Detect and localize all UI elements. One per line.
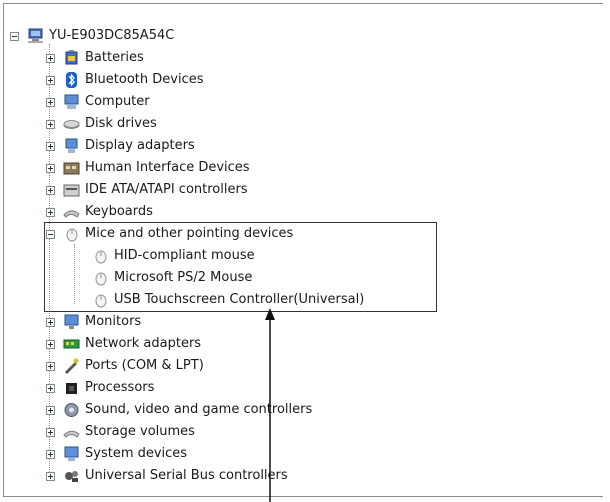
category-port[interactable]: Ports (COM & LPT) [46, 356, 204, 376]
expand-toggle[interactable] [46, 317, 55, 327]
expand-toggle[interactable] [46, 119, 55, 129]
category-bluetooth[interactable]: Bluetooth Devices [46, 70, 203, 90]
category-label: Ports (COM & LPT) [85, 358, 204, 373]
battery-icon [65, 50, 78, 65]
category-label: Keyboards [85, 204, 153, 219]
category-hid[interactable]: Human Interface Devices [46, 158, 250, 178]
category-label: Computer [85, 94, 150, 109]
category-network-adapter[interactable]: Network adapters [46, 334, 201, 354]
expand-toggle[interactable] [46, 383, 55, 393]
expand-toggle[interactable] [46, 405, 55, 415]
expand-toggle[interactable] [46, 339, 55, 349]
tree-root-label: YU-E903DC85A54C [49, 28, 175, 43]
category-label: System devices [85, 446, 188, 461]
category-battery[interactable]: Batteries [46, 48, 144, 68]
category-ide-controller[interactable]: IDE ATA/ATAPI controllers [46, 180, 248, 200]
category-label: Batteries [85, 50, 144, 65]
sound-icon [64, 403, 79, 417]
hid-icon [63, 162, 80, 175]
category-system-device[interactable]: System devices [46, 444, 187, 464]
expand-toggle[interactable] [46, 163, 55, 173]
display-adapter-icon [65, 138, 78, 153]
expand-toggle[interactable] [46, 75, 55, 85]
computer-icon [28, 28, 43, 43]
category-label: Universal Serial Bus controllers [85, 468, 288, 483]
bluetooth-icon [66, 72, 77, 88]
processor-icon [66, 383, 77, 394]
category-label: Processors [85, 380, 155, 395]
category-computer-category[interactable]: Computer [46, 92, 150, 112]
category-label: Display adapters [85, 138, 195, 153]
expand-toggle[interactable] [46, 207, 55, 217]
expand-toggle[interactable] [46, 185, 55, 195]
expand-toggle[interactable] [46, 361, 55, 371]
tree-root-node[interactable]: YU-E903DC85A54C [10, 26, 174, 46]
system-device-icon [64, 446, 79, 461]
expand-toggle[interactable] [46, 471, 55, 481]
expand-toggle[interactable] [46, 141, 55, 151]
keyboard-icon [63, 210, 80, 218]
category-label: Sound, video and game controllers [85, 402, 313, 417]
category-label: Monitors [85, 314, 142, 329]
category-label: Human Interface Devices [85, 160, 250, 175]
collapse-root-toggle[interactable] [10, 31, 19, 41]
category-monitor[interactable]: Monitors [46, 312, 141, 332]
category-label: Network adapters [85, 336, 202, 351]
category-keyboard[interactable]: Keyboards [46, 202, 153, 222]
category-disk-drive[interactable]: Disk drives [46, 114, 157, 134]
expand-toggle[interactable] [46, 449, 55, 459]
expand-toggle[interactable] [46, 97, 55, 107]
highlight-box [44, 222, 437, 312]
category-usb[interactable]: Universal Serial Bus controllers [46, 466, 288, 486]
category-label: Storage volumes [85, 424, 195, 439]
port-icon [65, 358, 79, 374]
ide-controller-icon [63, 184, 80, 197]
computer-category-icon [64, 94, 79, 109]
annotation-arrow [265, 308, 275, 502]
network-adapter-icon [63, 339, 80, 349]
expand-toggle[interactable] [46, 53, 55, 63]
category-label: IDE ATA/ATAPI controllers [85, 182, 248, 197]
category-label: Bluetooth Devices [85, 72, 204, 87]
category-display-adapter[interactable]: Display adapters [46, 136, 195, 156]
expand-toggle[interactable] [46, 427, 55, 437]
usb-icon [65, 471, 78, 482]
category-label: Disk drives [85, 116, 157, 131]
disk-drive-icon [63, 120, 80, 129]
monitor-icon [64, 314, 79, 329]
category-storage-volume[interactable]: Storage volumes [46, 422, 195, 442]
category-processor[interactable]: Processors [46, 378, 154, 398]
storage-volume-icon [63, 430, 80, 438]
